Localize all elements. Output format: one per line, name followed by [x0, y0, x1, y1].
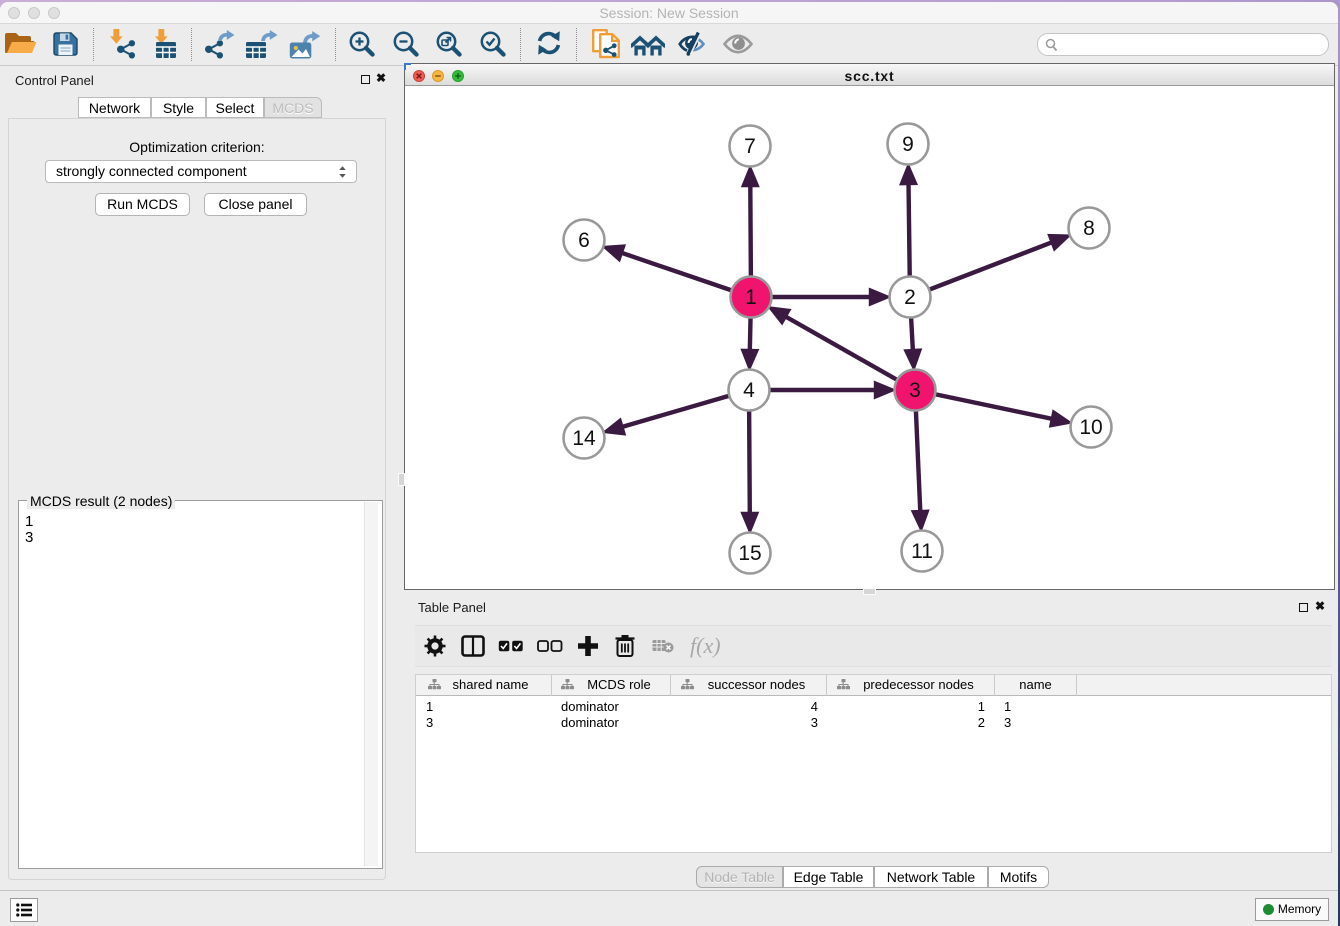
svg-text:4: 4 — [743, 379, 755, 402]
svg-text:8: 8 — [1083, 217, 1095, 240]
svg-text:1: 1 — [745, 286, 757, 309]
svg-text:6: 6 — [578, 229, 590, 252]
svg-text:10: 10 — [1079, 416, 1102, 439]
svg-text:15: 15 — [738, 542, 761, 565]
svg-text:7: 7 — [744, 135, 756, 158]
svg-text:9: 9 — [902, 133, 914, 156]
svg-text:2: 2 — [904, 286, 916, 309]
svg-text:11: 11 — [911, 540, 933, 563]
svg-text:3: 3 — [909, 379, 921, 402]
svg-text:14: 14 — [572, 427, 596, 450]
